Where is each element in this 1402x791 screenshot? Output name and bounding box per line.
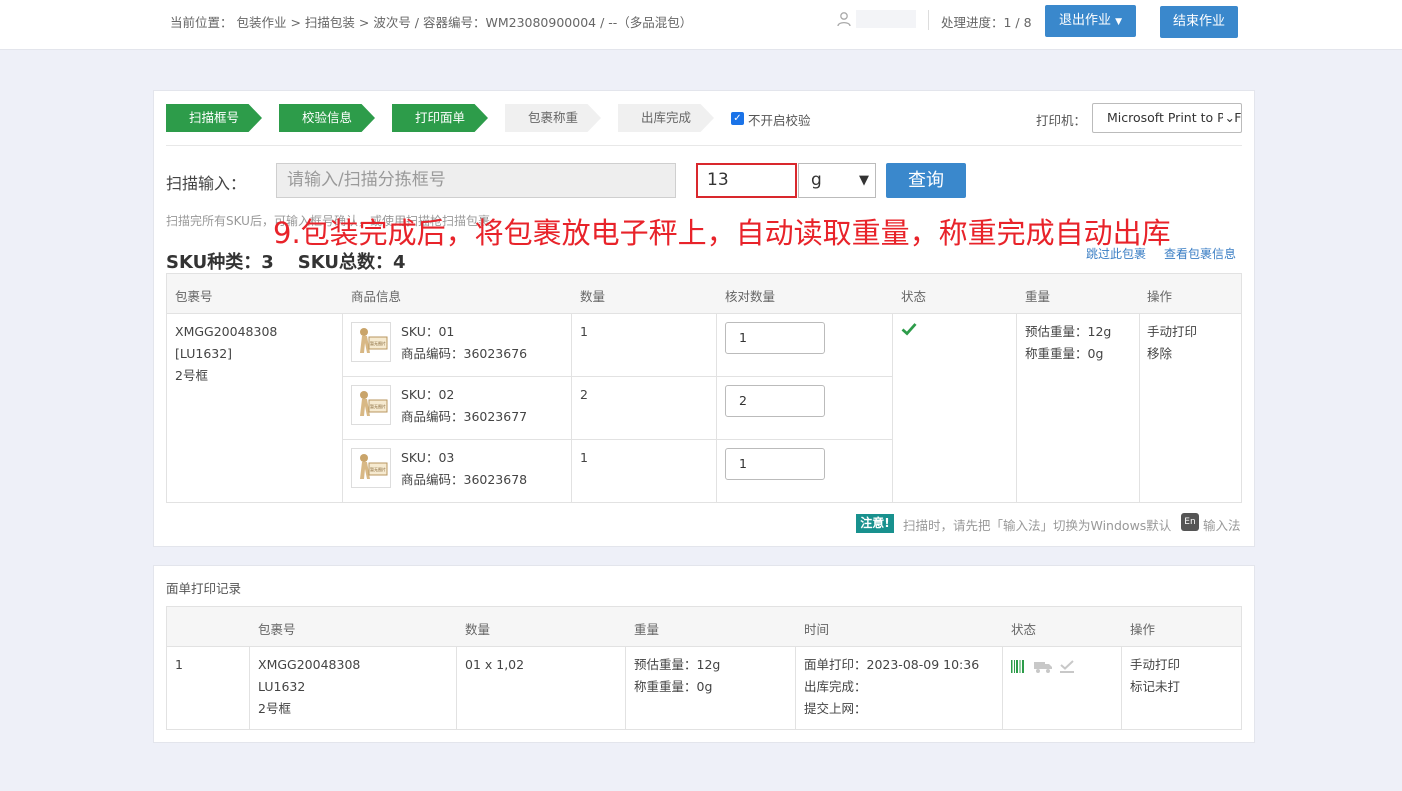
- sku-total: SKU总数：4: [297, 252, 406, 273]
- unit-select[interactable]: g ▼: [798, 163, 876, 198]
- log-package-box: 2号框: [258, 701, 291, 716]
- product-thumbnail: 暂无图片: [351, 322, 391, 362]
- scan-label: 扫描输入：: [166, 174, 247, 193]
- user-info[interactable]: [836, 10, 916, 28]
- log-qty: 01 x 1,02: [465, 657, 525, 672]
- package-code: [LU1632]: [175, 346, 233, 361]
- col-status: 状态: [901, 289, 927, 304]
- col-package: 包裹号: [175, 289, 213, 304]
- sku-code: SKU：02: [401, 387, 455, 402]
- log-outbound-time: 出库完成：: [804, 679, 867, 694]
- step-verify: 校验信息: [279, 104, 375, 132]
- row-index: 1: [175, 657, 183, 672]
- printer-label: 打印机：: [1036, 113, 1087, 128]
- log-package-code: LU1632: [258, 679, 306, 694]
- step-print-label: 打印面单: [392, 104, 488, 132]
- notice-text-suffix: 输入法: [1203, 518, 1241, 533]
- truck-icon: [1034, 662, 1052, 673]
- unit-value: g: [811, 170, 822, 190]
- col-weight: 重量: [634, 622, 660, 637]
- check-done-icon: [1060, 660, 1074, 673]
- thumb-placeholder: 暂无图片: [370, 403, 386, 409]
- thumb-placeholder: 暂无图片: [370, 466, 386, 472]
- package-box: 2号框: [175, 368, 208, 383]
- col-time: 时间: [804, 622, 830, 637]
- step-outbound: 出库完成: [618, 104, 714, 132]
- skip-check-label[interactable]: 不开启校验: [748, 110, 811, 129]
- skip-check-checkbox[interactable]: ✓: [731, 112, 744, 125]
- chevron-down-icon: ▼: [859, 173, 869, 188]
- log-submit-time: 提交上网：: [804, 701, 867, 716]
- check-qty-input[interactable]: 1: [725, 322, 825, 354]
- col-status: 状态: [1011, 622, 1037, 637]
- view-package-link[interactable]: 查看包裹信息: [1164, 245, 1236, 262]
- col-package: 包裹号: [258, 622, 296, 637]
- col-check-qty: 核对数量: [725, 289, 776, 304]
- col-weight: 重量: [1025, 289, 1051, 304]
- item-qty: 1: [580, 324, 588, 339]
- col-actions: 操作: [1147, 289, 1173, 304]
- log-estimated-weight: 预估重量：12g: [634, 657, 721, 672]
- print-log-title: 面单打印记录: [166, 581, 242, 596]
- product-code: 商品编码：36023678: [401, 472, 528, 487]
- step-scan-box: 扫描框号: [166, 104, 262, 132]
- printer-select[interactable]: Microsoft Print to PDF ⌄: [1092, 103, 1242, 133]
- item-qty: 1: [580, 450, 588, 465]
- check-qty-input[interactable]: 2: [725, 385, 825, 417]
- mark-unprinted-link[interactable]: 标记未打: [1130, 676, 1180, 698]
- package-id: XMGG20048308: [175, 324, 278, 339]
- progress-text: 处理进度：1 / 8: [941, 15, 1032, 30]
- measured-weight: 称重重量：0g: [1025, 346, 1104, 361]
- print-log-header: [167, 607, 1241, 646]
- sku-table-header: [167, 274, 1241, 313]
- log-package-id: XMGG20048308: [258, 657, 361, 672]
- remove-link[interactable]: 移除: [1147, 343, 1172, 365]
- col-actions: 操作: [1130, 622, 1156, 637]
- exit-job-button[interactable]: 退出作业 ▼: [1045, 5, 1136, 37]
- step-weigh: 包裹称重: [505, 104, 601, 132]
- chevron-down-icon: ▼: [1115, 17, 1123, 27]
- log-print-time: 面单打印：2023-08-09 10:36: [804, 657, 980, 672]
- printer-value: Microsoft Print to PDF: [1107, 110, 1242, 125]
- breadcrumb: 当前位置： 包装作业 > 扫描包装 > 波次号 / 容器编号：WM2308090…: [170, 15, 693, 30]
- col-product: 商品信息: [351, 289, 402, 304]
- query-button[interactable]: 查询: [886, 163, 966, 198]
- scan-input[interactable]: 请输入/扫描分拣框号: [276, 163, 676, 198]
- exit-job-label: 退出作业: [1058, 13, 1111, 28]
- skip-package-link[interactable]: 跳过此包裹: [1086, 245, 1146, 262]
- en-keyboard-icon: En: [1181, 513, 1199, 531]
- barcode-icon: [1011, 660, 1024, 673]
- notice-text: 扫描时，请先把「输入法」切换为Windows默认: [903, 518, 1172, 533]
- sku-summary: SKU种类：3 SKU总数：4: [166, 248, 406, 274]
- top-bar: 当前位置： 包装作业 > 扫描包装 > 波次号 / 容器编号：WM2308090…: [0, 0, 1402, 50]
- tutorial-annotation: 9.包装完成后，将包裹放电子秤上，自动读取重量，称重完成自动出库: [273, 216, 1171, 250]
- header-divider: [928, 10, 929, 30]
- check-qty-input[interactable]: 1: [725, 448, 825, 480]
- chevron-down-icon: ⌄: [1222, 104, 1235, 132]
- weight-input[interactable]: 13: [696, 163, 797, 198]
- thumb-placeholder: 暂无图片: [370, 340, 386, 346]
- product-code: 商品编码：36023677: [401, 409, 528, 424]
- estimated-weight: 预估重量：12g: [1025, 324, 1112, 339]
- col-qty: 数量: [580, 289, 606, 304]
- user-icon: [837, 12, 851, 27]
- notice-badge: 注意!: [856, 514, 894, 533]
- product-thumbnail: 暂无图片: [351, 448, 391, 488]
- user-name-masked: [856, 10, 916, 28]
- item-qty: 2: [580, 387, 588, 402]
- col-qty: 数量: [465, 622, 491, 637]
- finish-job-button[interactable]: 结束作业: [1160, 6, 1238, 38]
- check-icon: [901, 323, 917, 336]
- sku-types: SKU种类：3: [166, 252, 274, 273]
- log-measured-weight: 称重重量：0g: [634, 679, 713, 694]
- manual-print-link[interactable]: 手动打印: [1147, 321, 1197, 343]
- manual-print-link[interactable]: 手动打印: [1130, 654, 1180, 676]
- product-thumbnail: 暂无图片: [351, 385, 391, 425]
- sku-code: SKU：01: [401, 324, 455, 339]
- divider: [166, 145, 1242, 146]
- sku-code: SKU：03: [401, 450, 455, 465]
- product-code: 商品编码：36023676: [401, 346, 528, 361]
